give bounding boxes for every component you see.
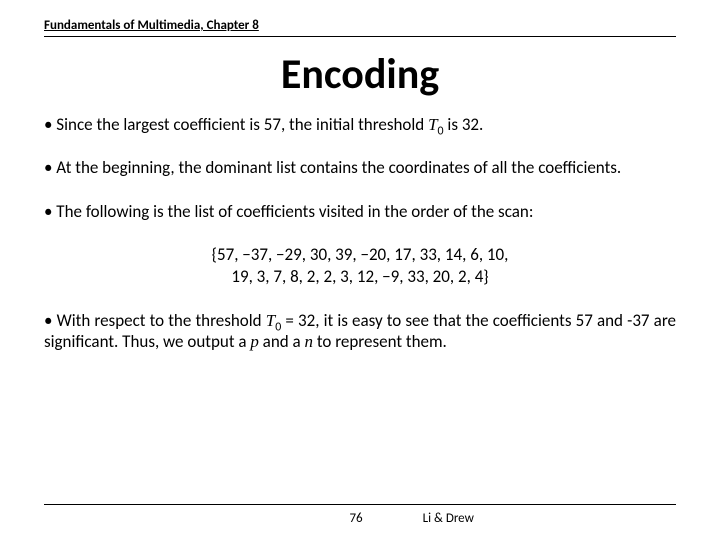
coeff-line-1: {57, −37, −29, 30, 39, −20, 17, 33, 14, … — [107, 244, 613, 266]
coefficient-list: {57, −37, −29, 30, 39, −20, 17, 33, 14, … — [107, 244, 613, 288]
page-number: 76 — [44, 511, 373, 526]
bullet-1-pre: • Since the largest coefficient is 57, t… — [44, 114, 428, 135]
coeff-line-2: 19, 3, 7, 8, 2, 2, 3, 12, −9, 33, 20, 2,… — [107, 266, 613, 288]
symbol-n: n — [305, 332, 314, 351]
chapter-header: Fundamentals of Multimedia, Chapter 8 — [44, 18, 676, 33]
slide: Fundamentals of Multimedia, Chapter 8 En… — [0, 0, 720, 540]
footer-rule — [44, 504, 676, 505]
symbol-p: p — [250, 332, 259, 351]
bullet-4: • With respect to the threshold T0 = 32,… — [44, 310, 676, 353]
authors: Li & Drew — [373, 511, 676, 526]
bullet-4-post: to represent them. — [313, 331, 447, 352]
bullet-2: • At the beginning, the dominant list co… — [44, 157, 676, 178]
bullet-4-and: and a — [259, 331, 305, 352]
bullet-3: • The following is the list of coefficie… — [44, 201, 676, 222]
footer-row: 76 Li & Drew — [44, 511, 676, 526]
slide-title: Encoding — [44, 49, 676, 100]
header-rule — [44, 36, 676, 37]
bullet-1-post: is 32. — [444, 114, 484, 135]
threshold-symbol: T — [428, 115, 437, 134]
bullet-4-pre: • With respect to the threshold — [44, 310, 266, 331]
footer: 76 Li & Drew — [44, 504, 676, 526]
bullet-1: • Since the largest coefficient is 57, t… — [44, 114, 676, 135]
threshold-symbol-2: T — [266, 311, 275, 330]
